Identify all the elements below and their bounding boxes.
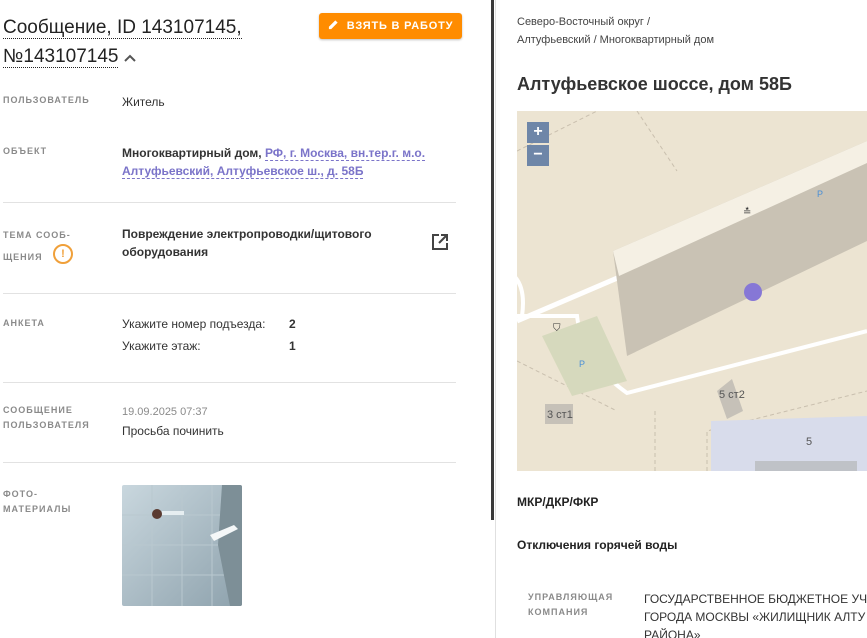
zoom-out-button[interactable]: − <box>527 145 549 166</box>
topic-value: Повреждение электропроводки/щитового обо… <box>122 227 372 259</box>
breadcrumb: Северо-Восточный округ / Алтуфьевский / … <box>517 16 715 46</box>
chevron-up-icon[interactable] <box>124 43 137 72</box>
divider <box>3 202 456 203</box>
map-building-label: 5 ст2 <box>719 389 745 401</box>
user-message-label: СООБЩЕНИЕ ПОЛЬЗОВАТЕЛЯ <box>3 405 90 430</box>
panel-splitter[interactable] <box>491 0 494 520</box>
zoom-in-button[interactable]: + <box>527 122 549 143</box>
survey-answer-floor: 1 <box>289 339 296 353</box>
svg-text:⛉: ⛉ <box>553 323 561 334</box>
divider <box>3 382 456 383</box>
divider <box>3 293 456 294</box>
survey-answer-entrance: 2 <box>289 317 296 331</box>
panel-border <box>495 0 496 638</box>
take-to-work-button[interactable]: ВЗЯТЬ В РАБОТУ <box>319 13 462 39</box>
object-panel: Северо-Восточный округ / Алтуфьевский / … <box>497 0 867 638</box>
divider <box>3 462 456 463</box>
map-parking-label: P <box>817 189 823 199</box>
photos-label: ФОТО- МАТЕРИАЛЫ <box>3 489 72 514</box>
object-address-link-2[interactable]: Алтуфьевский, Алтуфьевское ш., д. 58Б <box>122 164 364 179</box>
object-address-link[interactable]: РФ, г. Москва, вн.тер.г. м.о. <box>264 146 426 161</box>
user-value: Житель <box>122 95 165 109</box>
management-company-label: УПРАВЛЯЮЩАЯ КОМПАНИЯ <box>528 592 614 617</box>
object-label: ОБЪЕКТ <box>3 146 48 156</box>
map-building-label: 3 ст1 <box>547 409 573 421</box>
message-panel: Сообщение, ID 143107145, №143107145 ВЗЯТ… <box>0 0 490 638</box>
warning-icon[interactable]: ! <box>53 244 73 264</box>
management-company-value: ГОСУДАРСТВЕННОЕ БЮДЖЕТНОЕ УЧР ГОРОДА МОС… <box>644 592 867 638</box>
survey-label: АНКЕТА <box>3 318 45 328</box>
survey-question-floor: Укажите этаж: <box>122 339 201 353</box>
user-message-text: Просьба починить <box>122 424 224 438</box>
svg-text:≛: ≛ <box>743 206 751 218</box>
user-label: ПОЛЬЗОВАТЕЛЬ <box>3 95 90 105</box>
map-building-label: 5 <box>806 436 812 448</box>
message-title: Сообщение, ID 143107145, №143107145 <box>3 13 303 72</box>
map-parking-label: P <box>579 359 585 369</box>
address-title: Алтуфьевское шоссе, дом 58Б <box>517 74 792 94</box>
external-link-icon[interactable] <box>430 232 450 252</box>
section-repair-programs[interactable]: МКР/ДКР/ФКР <box>517 495 598 509</box>
pencil-icon <box>328 19 339 33</box>
survey-question-entrance: Укажите номер подъезда: <box>122 317 266 331</box>
user-message-datetime: 19.09.2025 07:37 <box>122 406 208 418</box>
photo-thumbnail[interactable] <box>122 485 242 606</box>
map[interactable]: P P 3 ст1 5 ст2 5 ≛ ⛉ + − <box>517 111 867 471</box>
object-value: Многоквартирный дом, РФ, г. Москва, вн.т… <box>122 146 426 179</box>
section-hot-water-outages[interactable]: Отключения горячей воды <box>517 538 677 552</box>
